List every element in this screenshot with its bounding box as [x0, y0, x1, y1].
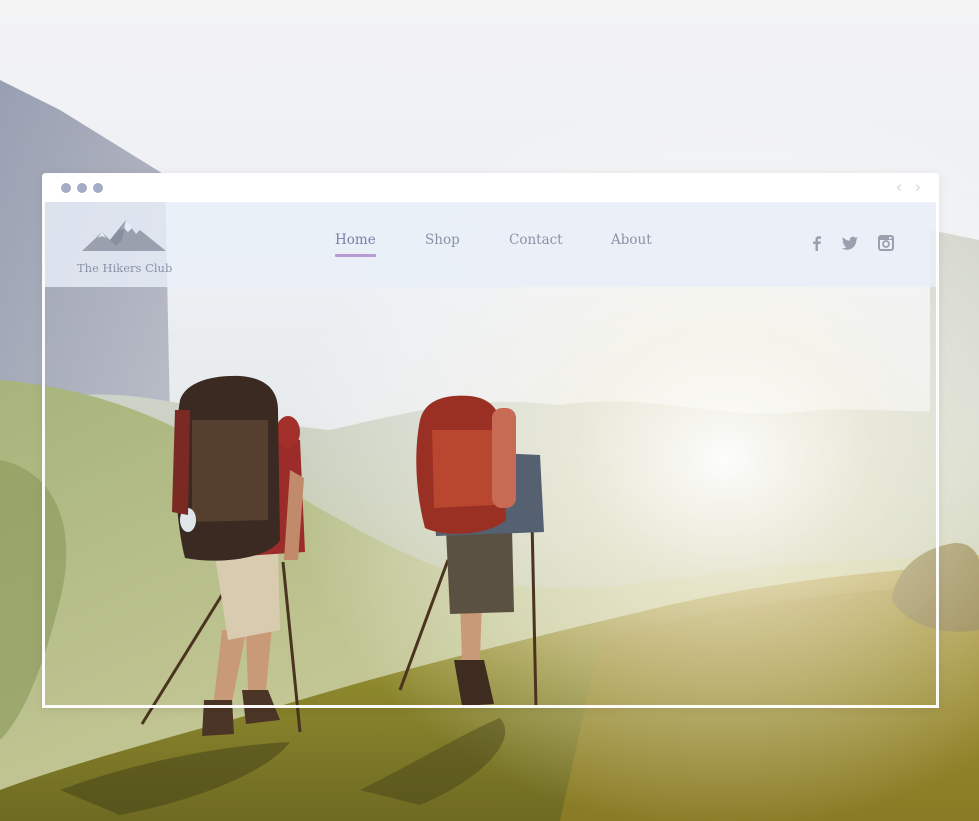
site-header: The Hikers Club Home Shop Contact About — [45, 202, 936, 287]
active-indicator — [335, 254, 376, 257]
site-logo[interactable]: The Hikers Club — [77, 216, 175, 275]
window-dot — [77, 183, 87, 193]
facebook-icon[interactable] — [808, 234, 826, 252]
nav-item-contact[interactable]: Contact — [509, 232, 563, 248]
instagram-icon[interactable] — [877, 234, 895, 252]
window-dot — [61, 183, 71, 193]
mountain-logo-icon — [82, 220, 166, 251]
nav-item-shop[interactable]: Shop — [425, 232, 460, 248]
chevron-right-icon[interactable]: › — [911, 180, 925, 195]
nav-item-label: Contact — [509, 232, 563, 248]
nav-item-label: Home — [335, 232, 376, 248]
window-dot — [93, 183, 103, 193]
nav-item-label: Shop — [425, 232, 460, 248]
nav-item-about[interactable]: About — [611, 232, 652, 248]
chevron-left-icon[interactable]: ‹ — [892, 180, 906, 195]
browser-titlebar: ‹ › — [42, 173, 939, 202]
nav-item-label: About — [611, 232, 652, 248]
browser-window-mockup: ‹ › The Hikers Club Home Shop Contact Ab… — [42, 173, 939, 708]
twitter-icon[interactable] — [841, 234, 859, 252]
nav-item-home[interactable]: Home — [335, 232, 376, 257]
logo-text: The Hikers Club — [77, 261, 173, 275]
